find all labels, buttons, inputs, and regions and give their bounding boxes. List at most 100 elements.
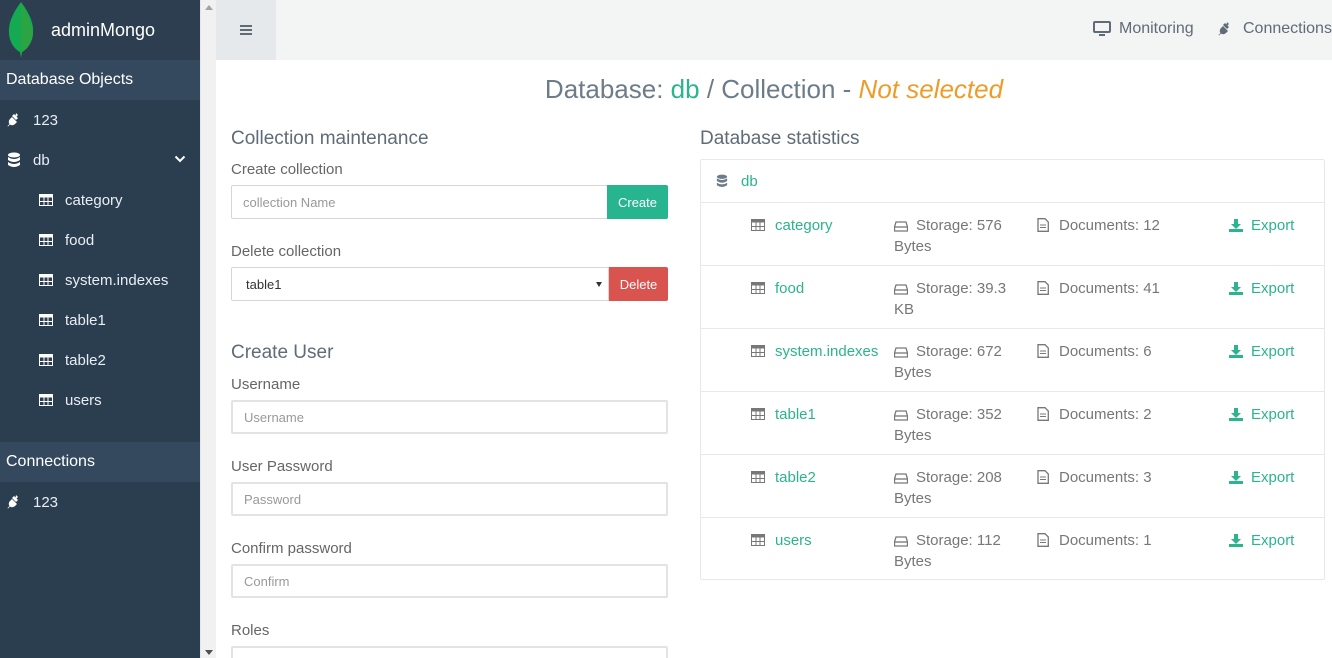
- stats-collection-link[interactable]: system.indexes: [751, 341, 886, 362]
- stats-db-header[interactable]: db: [701, 160, 1324, 203]
- database-statistics-panel: db category Storage: 576 Bytes Documents…: [700, 159, 1325, 580]
- sidebar-scrollbar[interactable]: [200, 0, 216, 658]
- export-label: Export: [1251, 406, 1295, 423]
- stats-collection-link[interactable]: table1: [751, 404, 886, 425]
- sidebar-collection-food[interactable]: food: [0, 220, 200, 260]
- roles-label: Roles: [231, 622, 270, 639]
- sidebar-collection-table1[interactable]: table1: [0, 300, 200, 340]
- download-icon: [1229, 469, 1243, 484]
- hamburger-icon: [240, 25, 252, 35]
- hdd-icon: [893, 469, 909, 484]
- heading-middle: / Collection -: [699, 74, 859, 104]
- connections-link[interactable]: Connections: [1217, 20, 1332, 38]
- export-button[interactable]: Export: [1229, 215, 1294, 236]
- stats-collection-name: category: [775, 217, 833, 234]
- table-icon: [38, 312, 54, 328]
- roles-input[interactable]: [231, 646, 668, 658]
- export-button[interactable]: Export: [1229, 278, 1294, 299]
- stats-documents: Documents: 2: [1037, 404, 1167, 425]
- stats-collection-link[interactable]: table2: [751, 467, 886, 488]
- collection-name-placeholder: collection Name: [243, 194, 336, 210]
- export-button[interactable]: Export: [1229, 404, 1294, 425]
- stats-storage: Storage: 352 Bytes: [893, 404, 1024, 446]
- stats-row: users Storage: 112 Bytes Documents: 1 Ex…: [701, 518, 1324, 581]
- stats-storage-value: Storage: 576 Bytes: [894, 217, 1002, 255]
- collection-name-input[interactable]: collection Name: [231, 185, 608, 219]
- sidebar-collection-category[interactable]: category: [0, 180, 200, 220]
- confirm-password-input[interactable]: Confirm: [231, 564, 668, 598]
- stats-documents: Documents: 3: [1037, 467, 1167, 488]
- stats-documents-value: Documents: 3: [1059, 469, 1152, 486]
- table-icon: [38, 392, 54, 408]
- table-icon: [751, 531, 765, 546]
- table-icon: [38, 272, 54, 288]
- page-title: Database: db / Collection - Not selected: [216, 74, 1332, 105]
- table-icon: [751, 342, 765, 357]
- stats-storage: Storage: 39.3 KB: [893, 278, 1024, 320]
- stats-storage: Storage: 208 Bytes: [893, 467, 1024, 509]
- sidebar-collection-users[interactable]: users: [0, 380, 200, 420]
- sidebar-collection-system-indexes[interactable]: system.indexes: [0, 260, 200, 300]
- stats-storage: Storage: 112 Bytes: [893, 530, 1024, 572]
- sidebar-connection-label: 123: [33, 493, 59, 511]
- delete-collection-button[interactable]: Delete: [609, 267, 668, 301]
- database-icon: [6, 152, 22, 168]
- scroll-up-arrow-icon[interactable]: [205, 5, 213, 10]
- username-label: Username: [231, 376, 301, 393]
- delete-collection-selected: table1: [246, 276, 282, 292]
- heading-prefix: Database:: [544, 74, 671, 104]
- sidebar-connection-123[interactable]: 123: [0, 482, 200, 522]
- user-password-input[interactable]: Password: [231, 482, 668, 516]
- sidebar-item-db[interactable]: db: [0, 140, 200, 180]
- heading-db-name: db: [670, 74, 700, 104]
- export-button[interactable]: Export: [1229, 467, 1294, 488]
- sidebar: adminMongo Database Objects 123 db categ…: [0, 0, 200, 658]
- stats-collection-name: food: [775, 280, 805, 297]
- file-icon: [1037, 280, 1051, 295]
- stats-row: table1 Storage: 352 Bytes Documents: 2 E…: [701, 392, 1324, 455]
- stats-documents-value: Documents: 6: [1059, 343, 1152, 360]
- create-collection-button[interactable]: Create: [607, 185, 668, 219]
- stats-db-name: db: [741, 172, 758, 190]
- table-icon: [751, 216, 765, 231]
- scroll-down-arrow-icon[interactable]: [205, 650, 213, 655]
- stats-collection-link[interactable]: category: [751, 215, 886, 236]
- file-icon: [1037, 532, 1051, 547]
- stats-collection-link[interactable]: food: [751, 278, 886, 299]
- file-icon: [1037, 217, 1051, 232]
- username-input[interactable]: Username: [231, 400, 668, 434]
- brand-title: adminMongo: [51, 19, 156, 40]
- sidebar-collection-table2[interactable]: table2: [0, 340, 200, 380]
- sidebar-collection-label: food: [65, 231, 95, 249]
- export-label: Export: [1251, 469, 1295, 486]
- sidebar-item-label: 123: [33, 111, 59, 129]
- brand[interactable]: adminMongo: [0, 0, 200, 60]
- sidebar-item-connection-123[interactable]: 123: [0, 100, 200, 140]
- table-icon: [38, 232, 54, 248]
- stats-collection-name: table2: [775, 469, 816, 486]
- chevron-down-icon[interactable]: [174, 153, 186, 165]
- export-button[interactable]: Export: [1229, 341, 1294, 362]
- stats-collection-link[interactable]: users: [751, 530, 886, 551]
- download-icon: [1229, 343, 1243, 358]
- sidebar-collection-label: system.indexes: [65, 271, 169, 289]
- stats-row: system.indexes Storage: 672 Bytes Docume…: [701, 329, 1324, 392]
- stats-storage-value: Storage: 112 Bytes: [894, 532, 1001, 570]
- plug-icon: [6, 494, 22, 510]
- stats-row: category Storage: 576 Bytes Documents: 1…: [701, 203, 1324, 266]
- connections-title: Connections: [0, 442, 200, 482]
- database-statistics-title: Database statistics: [700, 128, 860, 149]
- hdd-icon: [893, 343, 909, 358]
- sidebar-collection-label: table1: [65, 311, 106, 329]
- monitoring-label: Monitoring: [1119, 20, 1194, 37]
- monitoring-link[interactable]: Monitoring: [1093, 20, 1194, 38]
- download-icon: [1229, 280, 1243, 295]
- mongodb-leaf-icon: [8, 2, 34, 58]
- file-icon: [1037, 406, 1051, 421]
- connections-label: Connections: [1243, 20, 1332, 37]
- delete-collection-select[interactable]: table1: [231, 267, 609, 301]
- create-user-title: Create User: [231, 342, 334, 363]
- menu-toggle-button[interactable]: [216, 0, 276, 60]
- export-button[interactable]: Export: [1229, 530, 1294, 551]
